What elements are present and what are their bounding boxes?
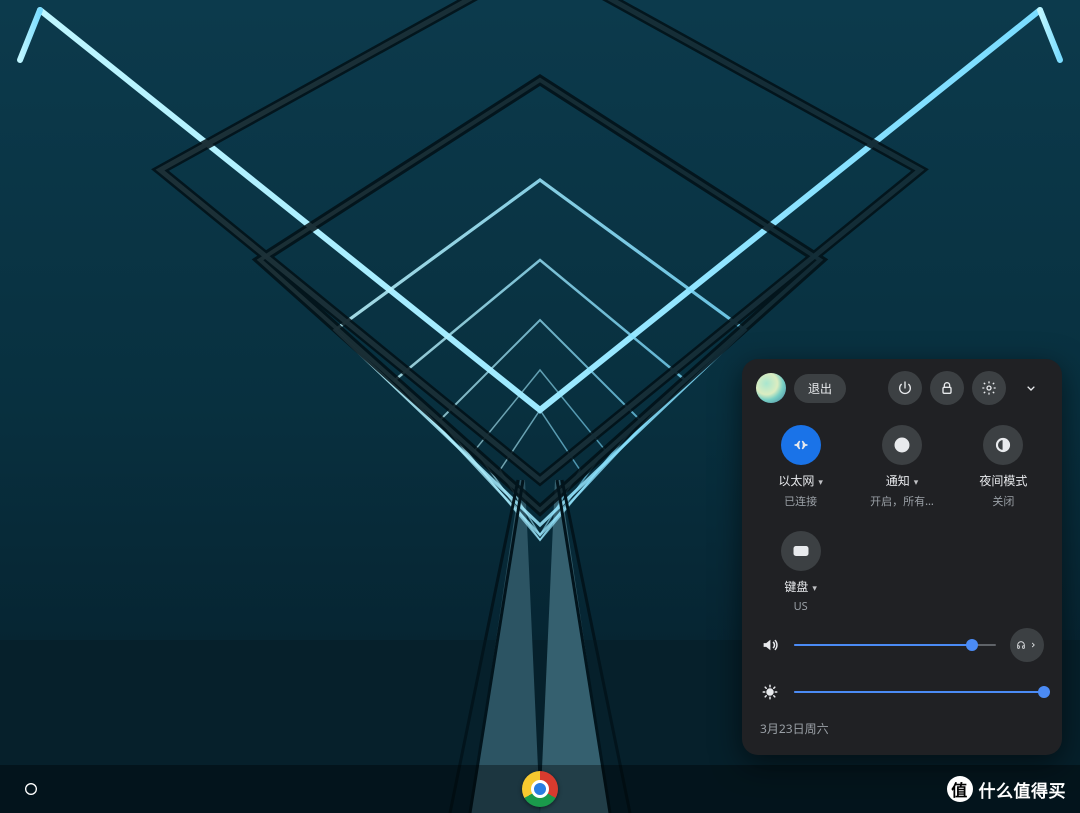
chevron-down-icon: [1023, 380, 1039, 396]
brightness-slider[interactable]: [794, 684, 1044, 700]
collapse-button[interactable]: [1014, 371, 1048, 405]
gear-icon: [981, 380, 997, 396]
keyboard-toggle[interactable]: 键盘▾ US: [750, 531, 851, 614]
night-light-icon: [983, 425, 1023, 465]
quick-settings-panel: 退出 以太网▾ 已连接 通知▾ 开启，所有…: [742, 359, 1062, 755]
volume-slider[interactable]: [794, 637, 996, 653]
watermark: 值 什么值得买: [947, 776, 1067, 802]
notifications-status: 开启，所有…: [870, 493, 934, 509]
panel-date: 3月23日周六: [742, 712, 1062, 739]
notifications-label: 通知▾: [886, 475, 919, 487]
power-icon: [897, 380, 913, 396]
lock-button[interactable]: [930, 371, 964, 405]
night-light-toggle[interactable]: 夜间模式 关闭: [953, 425, 1054, 509]
panel-header: 退出: [742, 359, 1062, 419]
power-button[interactable]: [888, 371, 922, 405]
notifications-toggle[interactable]: 通知▾ 开启，所有…: [851, 425, 952, 509]
brightness-icon[interactable]: [760, 682, 780, 702]
network-toggle[interactable]: 以太网▾ 已连接: [750, 425, 851, 509]
headphones-icon: [1016, 638, 1026, 652]
launcher-button[interactable]: [14, 772, 48, 806]
brightness-row: [742, 672, 1062, 712]
launcher-icon: [23, 781, 39, 797]
volume-icon[interactable]: [760, 635, 780, 655]
network-status: 已连接: [784, 493, 817, 509]
pinned-apps: [522, 771, 558, 807]
keyboard-label: 键盘▾: [784, 581, 817, 593]
volume-row: [742, 618, 1062, 672]
chevron-right-icon: [1028, 638, 1038, 652]
night-light-label: 夜间模式: [979, 475, 1027, 487]
watermark-text: 什么值得买: [979, 777, 1067, 802]
watermark-badge: 值: [947, 776, 973, 802]
lock-icon: [939, 380, 955, 396]
keyboard-icon: [781, 531, 821, 571]
audio-output-button[interactable]: [1010, 628, 1044, 662]
ethernet-icon: [781, 425, 821, 465]
keyboard-status: US: [794, 599, 808, 614]
sign-out-button[interactable]: 退出: [794, 374, 846, 403]
night-light-status: 关闭: [992, 493, 1014, 509]
shelf: 值 什么值得买: [0, 765, 1080, 813]
network-label: 以太网▾: [778, 475, 823, 487]
settings-button[interactable]: [972, 371, 1006, 405]
chrome-app-icon[interactable]: [522, 771, 558, 807]
do-not-disturb-icon: [882, 425, 922, 465]
user-avatar[interactable]: [756, 373, 786, 403]
toggle-grid: 以太网▾ 已连接 通知▾ 开启，所有… 夜间模式 关闭 键盘▾ US: [742, 419, 1062, 618]
